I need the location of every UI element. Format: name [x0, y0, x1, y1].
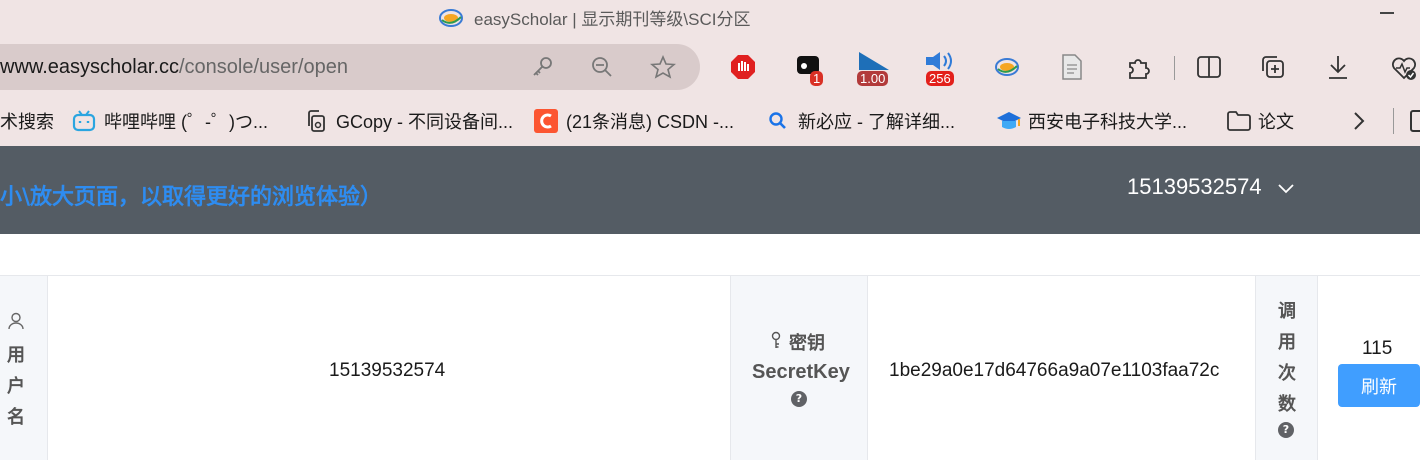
- help-question-icon[interactable]: ?: [791, 391, 807, 407]
- easyscholar-icon[interactable]: [994, 56, 1020, 82]
- site-header: 小\放大页面，以取得更好的浏览体验） 15139532574: [0, 146, 1420, 234]
- csdn-icon: [534, 109, 558, 133]
- bookmark-item[interactable]: 术搜索: [0, 108, 54, 134]
- bookmark-label: GCopy - 不同设备间...: [336, 112, 514, 132]
- bookmark-item-bing[interactable]: 新必应 - 了解详细...: [766, 108, 955, 134]
- username-value-cell: 15139532574: [48, 276, 731, 460]
- address-row: www.easyscholar.cc/console/user/open 1 1…: [0, 38, 1420, 98]
- user-icon: [8, 312, 24, 334]
- secretkey-value-cell: 1be29a0e17d64766a9a07e1103faa72c: [868, 276, 1256, 460]
- download-icon[interactable]: [1326, 54, 1350, 84]
- bookmarks-bar: 术搜索 哔哩哔哩 (゜-゜)つ... GCopy - 不同设备间... (21条…: [0, 98, 1420, 146]
- bookmark-item-csdn[interactable]: (21条消息) CSDN -...: [534, 108, 734, 134]
- bookmark-label: 术搜索: [0, 112, 54, 132]
- speed-badge: 1.00: [857, 71, 889, 86]
- extension-badge-count: 1: [810, 71, 824, 86]
- help-question-icon[interactable]: ?: [1278, 422, 1294, 438]
- copy-icon: [304, 109, 328, 133]
- user-menu[interactable]: 15139532574: [1127, 174, 1294, 200]
- window-title-group: easyScholar | 显示期刊等级\SCI分区: [438, 5, 750, 30]
- key-small-icon: [769, 331, 783, 353]
- calls-heading: 调用次数: [1278, 301, 1296, 415]
- other-favorites-icon[interactable]: [1410, 110, 1420, 132]
- folder-icon: [1226, 109, 1251, 133]
- bookmark-label: 哔哩哔哩 (゜-゜)つ...: [104, 112, 268, 132]
- browser-essentials-icon[interactable]: [1390, 54, 1418, 86]
- graduation-cap-icon: [996, 109, 1021, 133]
- url-text[interactable]: www.easyscholar.cc/console/user/open: [0, 56, 348, 79]
- calls-label-cell: 调用次数 ?: [1256, 276, 1318, 460]
- bookmark-label: 西安电子科技大学...: [1028, 112, 1188, 132]
- refresh-button[interactable]: 刷新: [1338, 364, 1420, 407]
- bookmark-item-gcopy[interactable]: GCopy - 不同设备间...: [304, 108, 513, 134]
- bookmark-item-xidian[interactable]: 西安电子科技大学...: [996, 108, 1187, 134]
- window-titlebar: easyScholar | 显示期刊等级\SCI分区: [0, 0, 1420, 38]
- username-heading: 用户名: [7, 345, 25, 428]
- secretkey-heading: 密钥: [789, 333, 825, 354]
- bookmark-folder-papers[interactable]: 论文: [1226, 108, 1294, 134]
- zoom-notice: 小\放大页面，以取得更好的浏览体验）: [0, 185, 383, 210]
- user-info-table: 用户名 15139532574 密钥 SecretKey ? 1be29a0e1…: [0, 234, 1420, 460]
- volume-extension-icon[interactable]: 256: [924, 50, 958, 86]
- bing-search-icon: [766, 109, 790, 133]
- window-title: easyScholar | 显示期刊等级\SCI分区: [474, 10, 751, 29]
- secretkey-heading-en: SecretKey: [752, 361, 850, 383]
- speed-extension-icon[interactable]: 1.00: [857, 50, 893, 86]
- bookmark-label: (21条消息) CSDN -...: [566, 112, 735, 132]
- volume-badge: 256: [926, 71, 954, 86]
- easyscholar-logo-icon: [438, 7, 464, 29]
- secretkey-heading-row: 密钥: [769, 329, 825, 355]
- chevron-down-icon: [1277, 174, 1294, 200]
- key-icon[interactable]: [530, 55, 554, 83]
- bookmark-item-bilibili[interactable]: 哔哩哔哩 (゜-゜)つ...: [72, 108, 268, 134]
- extensions-puzzle-icon[interactable]: [1126, 54, 1152, 84]
- bilibili-icon: [72, 109, 96, 133]
- secretkey-label-cell: 密钥 SecretKey ?: [731, 276, 868, 460]
- bookmark-label: 论文: [1258, 112, 1294, 132]
- username-label: 15139532574: [1127, 174, 1262, 199]
- address-bar[interactable]: www.easyscholar.cc/console/user/open: [0, 44, 700, 90]
- bookmarks-divider: [1393, 108, 1394, 134]
- zoom-out-icon[interactable]: [590, 55, 614, 83]
- calls-value: 115: [1362, 338, 1393, 359]
- minimize-button[interactable]: [1380, 12, 1394, 14]
- username-label-cell: 用户名: [0, 276, 48, 460]
- secretkey-value: 1be29a0e17d64766a9a07e1103faa72c: [889, 360, 1220, 381]
- chevron-right-icon[interactable]: [1350, 110, 1368, 136]
- extension-badge-icon[interactable]: 1: [796, 54, 824, 86]
- adblock-icon[interactable]: [730, 54, 756, 84]
- bookmark-label: 新必应 - 了解详细...: [798, 112, 955, 132]
- toolbar-divider: [1174, 56, 1175, 80]
- favorite-star-icon[interactable]: [649, 54, 677, 83]
- collections-icon[interactable]: [1260, 54, 1286, 84]
- document-icon[interactable]: [1060, 53, 1084, 85]
- split-screen-icon[interactable]: [1196, 54, 1222, 84]
- username-value: 15139532574: [329, 360, 446, 381]
